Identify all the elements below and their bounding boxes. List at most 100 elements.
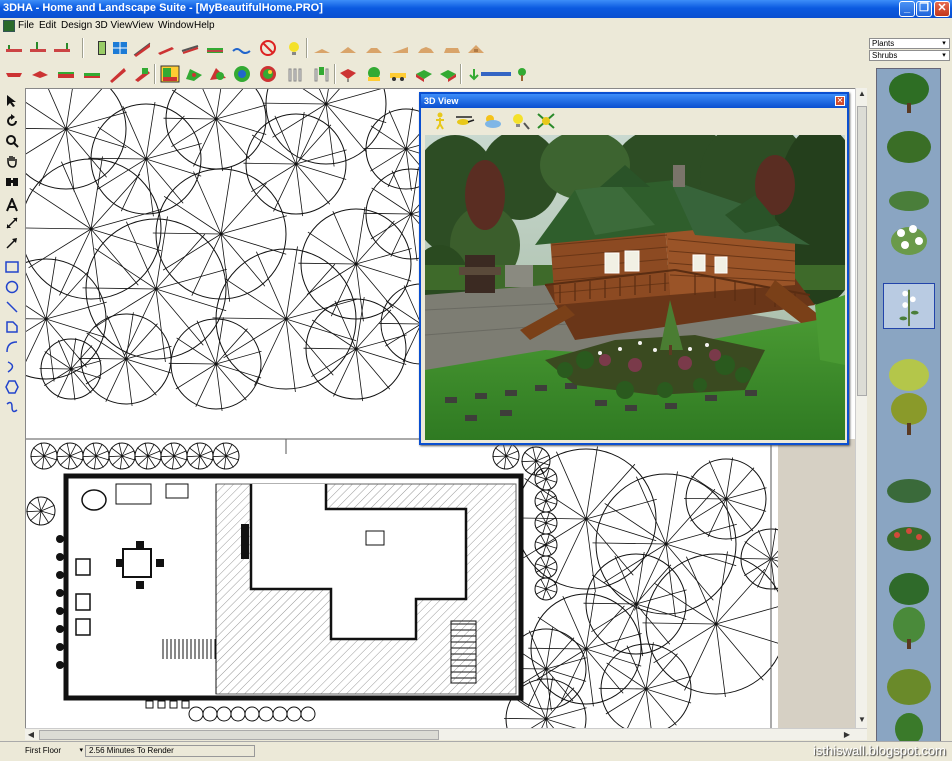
menu-edit[interactable]: Edit — [39, 20, 56, 31]
shrub-symbol — [230, 706, 246, 722]
close-button[interactable]: ✕ — [934, 1, 950, 17]
arrow-icon[interactable] — [3, 234, 21, 251]
menu-view[interactable]: View — [132, 20, 154, 31]
floor-select[interactable]: First Floor ▾ — [25, 745, 83, 757]
library-category-select[interactable]: Plants ▾ — [869, 38, 950, 49]
light-bulb-icon[interactable] — [284, 39, 304, 57]
grow-plants-icon[interactable] — [535, 111, 557, 131]
flowering-shrub-thumbnail[interactable] — [883, 513, 935, 559]
window-tool-icon[interactable] — [110, 39, 130, 57]
driveway-icon[interactable] — [56, 65, 76, 83]
weather-icon[interactable] — [481, 111, 503, 131]
shrub-thumbnail[interactable] — [883, 171, 935, 217]
dimension-icon[interactable] — [3, 214, 21, 231]
menu-3d-view[interactable]: 3D View — [95, 20, 132, 31]
roof-dormer-icon[interactable] — [466, 39, 486, 57]
walkway-icon[interactable] — [30, 65, 50, 83]
retaining-wall-icon[interactable] — [108, 65, 128, 83]
plant-thumbnail-list[interactable] — [876, 68, 941, 745]
line-icon[interactable] — [3, 298, 21, 315]
rectangle-icon[interactable] — [3, 258, 21, 275]
roof-flat-icon[interactable] — [312, 39, 332, 57]
patio-icon[interactable] — [82, 65, 102, 83]
planter-icon[interactable] — [414, 65, 434, 83]
horizontal-scrollbar[interactable]: ◀ ▶ — [25, 728, 867, 740]
walkthrough-icon[interactable] — [429, 111, 451, 131]
vehicle-icon[interactable] — [388, 65, 408, 83]
flowerbed-icon[interactable] — [208, 65, 228, 83]
flowering-shrub-thumbnail[interactable] — [883, 215, 935, 261]
deck-icon[interactable] — [205, 39, 225, 57]
door-icon[interactable] — [92, 39, 112, 57]
tree-thumbnail[interactable] — [883, 605, 935, 651]
water-icon[interactable] — [232, 39, 252, 57]
3d-view-close-button[interactable]: ✕ — [835, 96, 845, 106]
mulch-icon[interactable] — [258, 65, 278, 83]
rotate-icon[interactable] — [3, 112, 21, 129]
wall-icon[interactable] — [28, 39, 48, 57]
pond-icon[interactable] — [232, 65, 252, 83]
3d-view-window[interactable]: 3D View ✕ — [419, 92, 849, 445]
3d-render-viewport[interactable] — [425, 135, 845, 440]
tree-symbol — [165, 89, 267, 170]
pan-hand-icon[interactable] — [3, 152, 21, 169]
wall-split-icon[interactable] — [52, 39, 72, 57]
hexagon-icon[interactable] — [3, 378, 21, 395]
shrub-symbol — [272, 706, 288, 722]
menu-help[interactable]: Help — [194, 20, 215, 31]
horizontal-scroll-thumb[interactable] — [39, 730, 439, 740]
curve-icon[interactable] — [3, 358, 21, 375]
tree-thumbnail[interactable] — [883, 71, 935, 117]
spline-icon[interactable] — [3, 398, 21, 415]
shrub-thumbnail[interactable] — [883, 121, 935, 167]
terrain-icon[interactable] — [160, 65, 180, 83]
maximize-button[interactable]: ❐ — [916, 1, 932, 17]
scroll-right-icon[interactable]: ▶ — [841, 729, 853, 741]
circle-icon[interactable] — [3, 278, 21, 295]
library-subcategory-select[interactable]: Shrubs ▾ — [869, 50, 950, 61]
arc-icon[interactable] — [3, 338, 21, 355]
shrub-thumbnail[interactable] — [883, 467, 935, 513]
minimize-button[interactable]: _ — [899, 1, 915, 17]
lighting-icon[interactable] — [509, 111, 531, 131]
polygon-icon[interactable] — [3, 318, 21, 335]
no-entry-icon[interactable] — [258, 39, 278, 57]
vertical-scrollbar[interactable]: ▲ ▼ — [855, 88, 867, 728]
stairs-icon[interactable] — [132, 39, 152, 57]
raised-bed-icon[interactable] — [338, 65, 358, 83]
picket-fence-icon[interactable] — [286, 65, 306, 83]
street-area — [778, 439, 855, 728]
railing-icon[interactable] — [156, 39, 176, 57]
tree-spokes — [598, 642, 692, 728]
pointer-icon[interactable] — [3, 92, 21, 109]
lawn-icon[interactable] — [184, 65, 204, 83]
gate-icon[interactable] — [312, 65, 332, 83]
tree-add-icon[interactable] — [512, 65, 532, 83]
binoculars-icon[interactable] — [3, 172, 21, 189]
tree-thumbnail[interactable] — [883, 391, 935, 437]
menu-file[interactable]: File — [18, 20, 34, 31]
vertical-scroll-thumb[interactable] — [857, 106, 867, 396]
scroll-left-icon[interactable]: ◀ — [25, 729, 37, 741]
roof-hip-icon[interactable] — [364, 39, 384, 57]
hedge-icon[interactable] — [438, 65, 458, 83]
helicopter-icon[interactable] — [453, 111, 475, 131]
roof-mansard-icon[interactable] — [442, 39, 462, 57]
brick-edge-icon[interactable] — [132, 65, 152, 83]
zoom-icon[interactable] — [3, 132, 21, 149]
scroll-down-icon[interactable]: ▼ — [856, 714, 868, 726]
roof-shed-icon[interactable] — [390, 39, 410, 57]
garden-icon[interactable] — [364, 65, 384, 83]
selected-plant-thumbnail[interactable] — [883, 283, 935, 329]
foundation-icon[interactable] — [4, 39, 24, 57]
menu-window[interactable]: Window — [158, 20, 194, 31]
path-icon[interactable] — [4, 65, 24, 83]
roof-gambrel-icon[interactable] — [416, 39, 436, 57]
scroll-up-icon[interactable]: ▲ — [856, 88, 868, 100]
text-icon[interactable] — [3, 196, 21, 213]
slider-icon[interactable] — [480, 65, 512, 83]
menu-design[interactable]: Design — [61, 20, 92, 31]
tree-spokes — [152, 166, 287, 302]
roof-gable-icon[interactable] — [338, 39, 358, 57]
fence-icon[interactable] — [180, 39, 200, 57]
